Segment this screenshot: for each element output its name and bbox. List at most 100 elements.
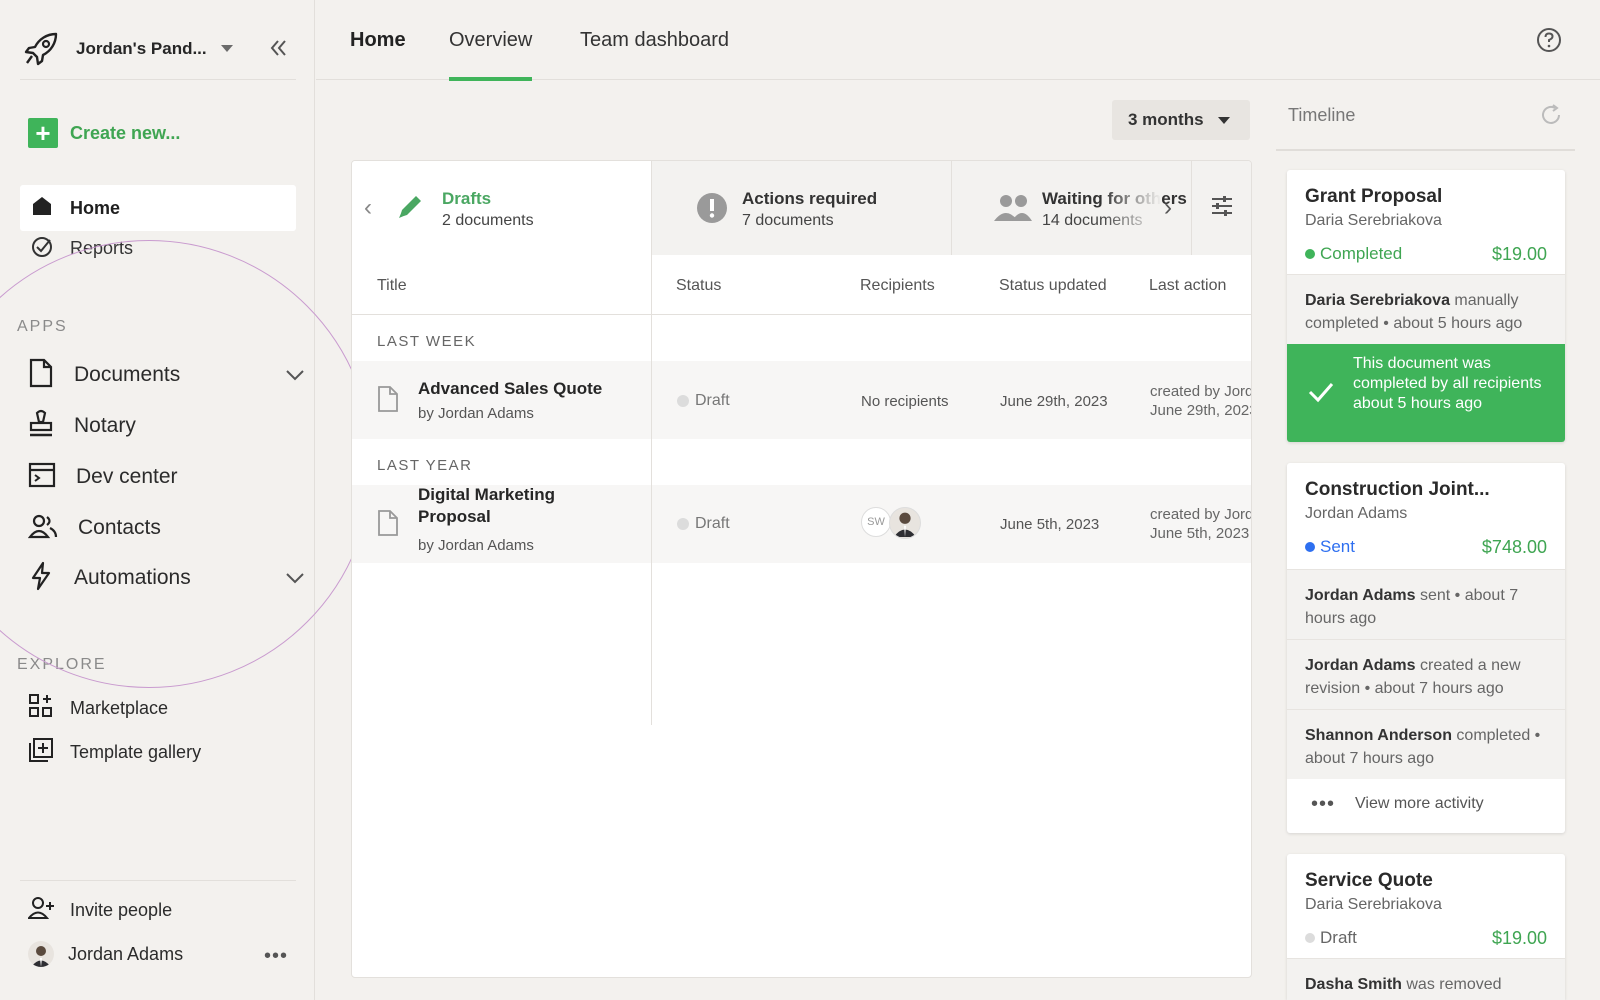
card-owner: Daria Serebriakova [1305,212,1442,229]
status-cards: ‹ Drafts 2 documents Actions required 7 … [352,161,1251,255]
home-icon [30,194,54,223]
chevron-right-icon[interactable]: › [1164,194,1172,222]
collapse-sidebar-icon[interactable] [266,36,290,60]
column-header-status[interactable]: Status [676,277,721,295]
date-range-dropdown[interactable]: 3 months [1112,100,1250,140]
sidebar-item-label: Marketplace [70,697,169,718]
column-header-status-updated[interactable]: Status updated [999,277,1107,295]
column-header-recipients[interactable]: Recipients [860,277,935,295]
card-drafts[interactable]: ‹ Drafts 2 documents [352,161,652,255]
card-actions-required[interactable]: Actions required 7 documents [652,161,952,255]
table-row[interactable]: Digital Marketing Proposal by Jordan Adam… [352,485,1251,563]
avatar [28,941,54,967]
sidebar-item-home[interactable]: Home [20,185,296,231]
card-amount: $748.00 [1481,537,1547,557]
recipient-initials-avatar: SW [861,507,891,537]
invite-people-button[interactable]: Invite people [26,896,172,925]
date-range-label: 3 months [1128,110,1204,129]
workspace-name: Jordan's Pand... [76,38,207,58]
activity-actor: Jordan Adams [1305,587,1416,604]
tab-team-dashboard[interactable]: Team dashboard [580,0,729,80]
chevron-down-icon[interactable] [284,568,306,593]
status-text: Completed [1320,244,1403,263]
timeline-header: Timeline [1276,95,1575,151]
status-badge: Draft [677,515,730,533]
reports-icon [30,234,54,263]
table-row[interactable]: Advanced Sales Quote by Jordan Adams Dra… [352,361,1251,439]
view-more-activity-button[interactable]: ••• View more activity [1287,779,1565,829]
activity-actor: Jordan Adams [1305,657,1416,674]
refresh-icon[interactable] [1539,103,1563,132]
status-dot [677,395,689,407]
last-action-date: June 5th, 2023 [1150,525,1250,542]
last-action-date: June 29th, 2023 [1150,402,1252,419]
card-title: Actions required [742,189,878,208]
help-icon[interactable] [1536,27,1562,53]
group-label: LAST WEEK [377,333,477,350]
status-updated: June 5th, 2023 [1000,516,1100,533]
status-text: Draft [1320,928,1357,947]
chevron-left-icon[interactable]: ‹ [364,194,372,222]
recipients-text: No recipients [861,393,949,410]
create-new-button[interactable]: + Create new... [28,118,180,148]
sidebar-item-automations[interactable]: Automations [28,558,318,598]
column-header-title[interactable]: Title [377,277,407,295]
apps-heading: APPS [17,318,68,335]
sidebar-item-label: Notary [74,414,136,437]
timeline-card[interactable]: Service Quote Daria Serebriakova Draft $… [1287,854,1565,1000]
filter-settings-button[interactable] [1192,161,1251,255]
document-title-line: Proposal [418,507,491,526]
timeline-title: Timeline [1288,105,1356,125]
sliders-icon [1210,194,1234,223]
card-title: Drafts [442,189,492,208]
card-title: Service Quote [1305,870,1433,891]
caret-down-icon[interactable] [220,45,233,52]
card-amount: $19.00 [1491,928,1547,948]
workspace-switcher[interactable]: Jordan's Pand... [20,18,296,80]
last-action-line: created by Jordan Adams [1150,506,1251,523]
activity-text: was removed [1401,976,1502,993]
explore-heading: EXPLORE [17,656,107,673]
recipient-avatars: SW [861,507,921,539]
completed-banner: This document was completed by all recip… [1287,344,1565,442]
tab-home[interactable]: Home [350,0,406,80]
sidebar-item-contacts[interactable]: Contacts [27,508,318,548]
sidebar-item-template-gallery[interactable]: Template gallery [28,735,201,769]
document-icon [28,358,54,393]
chevron-down-icon[interactable] [284,365,306,390]
timeline-card[interactable]: Grant Proposal Daria Serebriakova Comple… [1287,170,1565,442]
sidebar-item-marketplace[interactable]: Marketplace [28,691,168,725]
status-badge: Draft [1305,928,1357,948]
column-header-last-action[interactable]: Last action [1149,277,1226,295]
status-dot [1305,933,1315,943]
status-badge: Sent [1305,537,1355,557]
user-name: Jordan Adams [68,943,184,964]
contacts-icon [27,513,58,544]
status-dot [677,518,689,530]
sidebar-item-dev-center[interactable]: Dev center [28,457,318,497]
sidebar-item-notary[interactable]: Notary [28,406,318,446]
card-waiting-for-others[interactable]: Waiting for others 14 documents › [952,161,1192,255]
checkmark-icon [1307,378,1335,412]
divider [20,880,296,881]
current-user[interactable]: Jordan Adams ••• [28,941,288,967]
more-options-icon[interactable]: ••• [264,945,288,968]
timeline-card[interactable]: Construction Joint... Jordan Adams Sent … [1287,463,1565,833]
users-icon [992,193,1034,228]
template-gallery-icon [28,737,54,768]
sidebar-item-label: Reports [70,237,134,258]
status-dot [1305,542,1315,552]
card-owner: Daria Serebriakova [1305,896,1442,913]
status-badge: Completed [1305,244,1402,264]
card-count: 2 documents [442,212,534,229]
sidebar-item-label: Documents [74,363,181,386]
documents-panel: ‹ Drafts 2 documents Actions required 7 … [351,160,1252,978]
last-action: created by Jordan Adams June 5th, 2023 [1150,505,1251,543]
sidebar-item-documents[interactable]: Documents [28,355,318,395]
status-text: Draft [695,515,730,532]
document-title: Advanced Sales Quote [418,379,603,398]
tab-overview[interactable]: Overview [449,0,533,81]
group-label: LAST YEAR [377,457,473,474]
document-title: Digital Marketing Proposal [418,484,555,528]
sidebar-item-reports[interactable]: Reports [20,232,296,264]
